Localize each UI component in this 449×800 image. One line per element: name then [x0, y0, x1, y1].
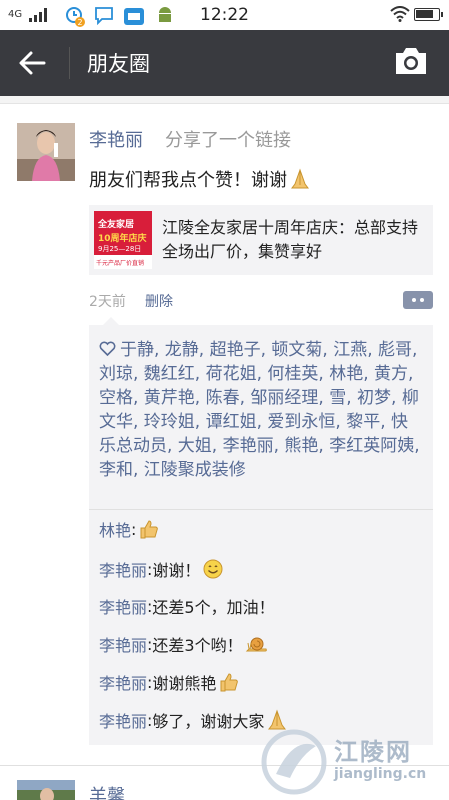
- title-bar: 朋友圈: [0, 30, 449, 96]
- clock-notification-icon: 2: [66, 7, 85, 27]
- more-actions-icon[interactable]: [403, 291, 433, 309]
- battery-icon: [414, 8, 443, 21]
- post-text-content: 朋友们帮我点个赞！谢谢: [89, 170, 287, 191]
- heart-icon: [99, 341, 116, 357]
- wifi-icon: [390, 6, 410, 22]
- comment-text: 还差5个，加油！: [152, 598, 275, 617]
- next-post-author[interactable]: 羊馨: [89, 782, 125, 800]
- camera-icon[interactable]: [393, 46, 429, 76]
- comment-author[interactable]: 李艳丽: [99, 632, 147, 656]
- thumb-brand: 全友家居: [98, 220, 135, 230]
- watermark-url: jiangling.cn: [334, 766, 427, 782]
- comment-author[interactable]: 林艳: [99, 517, 131, 541]
- comment-author[interactable]: 李艳丽: [99, 594, 147, 618]
- comment-text: 还差3个哟！: [152, 636, 243, 655]
- post-time: 2天前: [89, 294, 126, 310]
- link-thumbnail: 全友家居 10周年店庆 9月25—28日 千元产品厂价直销: [94, 211, 152, 269]
- site-watermark: 江陵网 jiangling.cn: [256, 726, 446, 796]
- author-avatar[interactable]: [17, 123, 75, 181]
- likes-divider: [89, 509, 433, 510]
- thumbs-up-emoji-icon: [220, 673, 239, 692]
- back-arrow-icon[interactable]: [18, 50, 46, 76]
- app-store-icon: [124, 8, 144, 25]
- svg-text:2: 2: [77, 18, 82, 27]
- comment-text: 谢谢！: [152, 561, 201, 580]
- comment-row[interactable]: 林艳:: [99, 516, 160, 542]
- comment-row[interactable]: 李艳丽: 谢谢熊艳: [99, 669, 240, 695]
- comment-author[interactable]: 李艳丽: [99, 708, 147, 732]
- link-title: 江陵全友家居十周年店庆：总部支持全场出厂价，集赞享好: [162, 218, 419, 261]
- comment-row[interactable]: 李艳丽: 谢谢！: [99, 556, 224, 582]
- shared-link-note: 分享了一个链接: [165, 130, 291, 151]
- thumb-line1: 10周年店庆: [98, 234, 147, 244]
- feed-top-separator: [0, 96, 449, 104]
- shared-link-card[interactable]: 全友家居 10周年店庆 9月25—28日 千元产品厂价直销 江陵全友家居十周年店…: [89, 205, 433, 275]
- comment-text: 够了，谢谢大家: [152, 712, 265, 731]
- watermark-name: 江陵网: [334, 738, 412, 766]
- title-divider: [69, 47, 70, 79]
- message-icon: [95, 7, 113, 25]
- page-title: 朋友圈: [87, 52, 150, 76]
- likes-names: 于静, 龙静, 超艳子, 顿文菊, 江燕, 彪哥, 刘琼, 魏红红, 荷花姐, …: [99, 340, 420, 480]
- likes-list: 于静, 龙静, 超艳子, 顿文菊, 江燕, 彪哥, 刘琼, 魏红红, 荷花姐, …: [99, 338, 424, 482]
- smile-emoji-icon: [203, 559, 223, 579]
- delete-button[interactable]: 删除: [145, 291, 173, 311]
- network-type: 4G: [8, 9, 23, 20]
- comment-author[interactable]: 李艳丽: [99, 557, 147, 581]
- thumbs-up-emoji-icon: [140, 520, 159, 539]
- comment-author[interactable]: 李艳丽: [99, 670, 147, 694]
- android-icon: [159, 7, 171, 22]
- next-post-avatar[interactable]: [17, 780, 75, 800]
- comment-row[interactable]: 李艳丽: 还差3个哟！: [99, 631, 269, 657]
- signal-icon: [29, 8, 47, 22]
- pray-emoji-icon: [291, 168, 309, 189]
- thumb-line2: 9月25—28日: [98, 245, 142, 253]
- author-name[interactable]: 李艳丽: [89, 126, 143, 152]
- status-bar: 4G 2 12:22: [0, 0, 449, 30]
- comment-row[interactable]: 李艳丽: 还差5个，加油！: [99, 593, 275, 619]
- clock-time: 12:22: [200, 5, 249, 25]
- thumb-line3: 千元产品厂价直销: [96, 260, 145, 267]
- post-text: 朋友们帮我点个赞！谢谢: [89, 166, 311, 192]
- snail-emoji-icon: [245, 637, 267, 652]
- watermark-logo-icon: [261, 729, 327, 795]
- likes-comments-box: 于静, 龙静, 超艳子, 顿文菊, 江燕, 彪哥, 刘琼, 魏红红, 荷花姐, …: [89, 317, 433, 745]
- comment-text: 谢谢熊艳: [152, 674, 217, 693]
